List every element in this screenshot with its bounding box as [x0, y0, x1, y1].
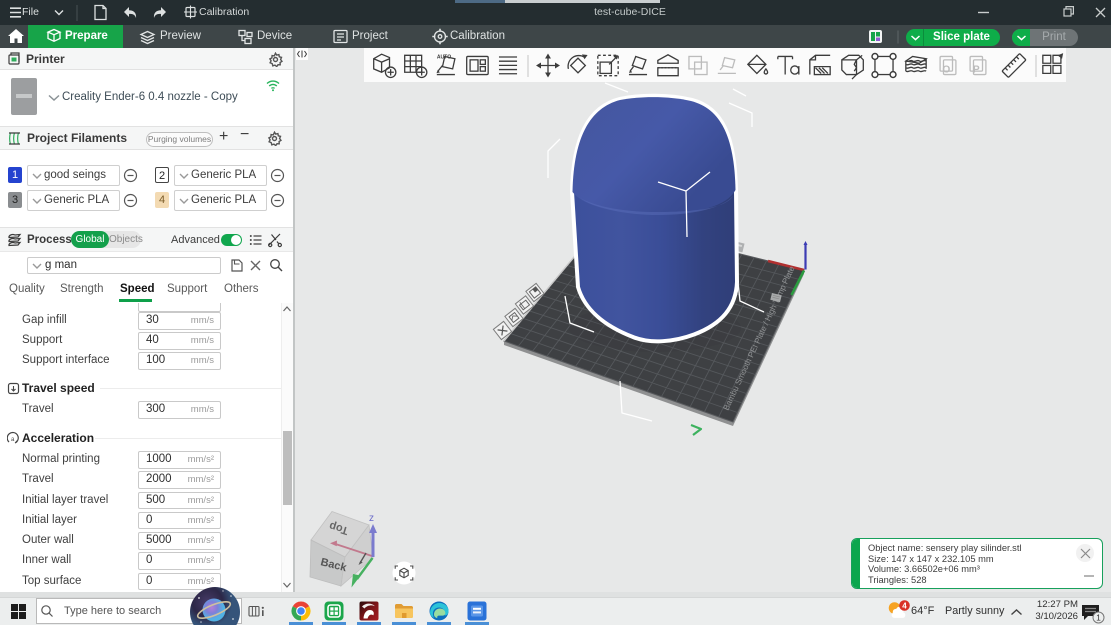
- svg-text:1: 1: [1096, 613, 1101, 623]
- svg-text:a: a: [11, 437, 15, 443]
- svg-text:z: z: [369, 513, 374, 524]
- svg-text:4: 4: [902, 602, 907, 611]
